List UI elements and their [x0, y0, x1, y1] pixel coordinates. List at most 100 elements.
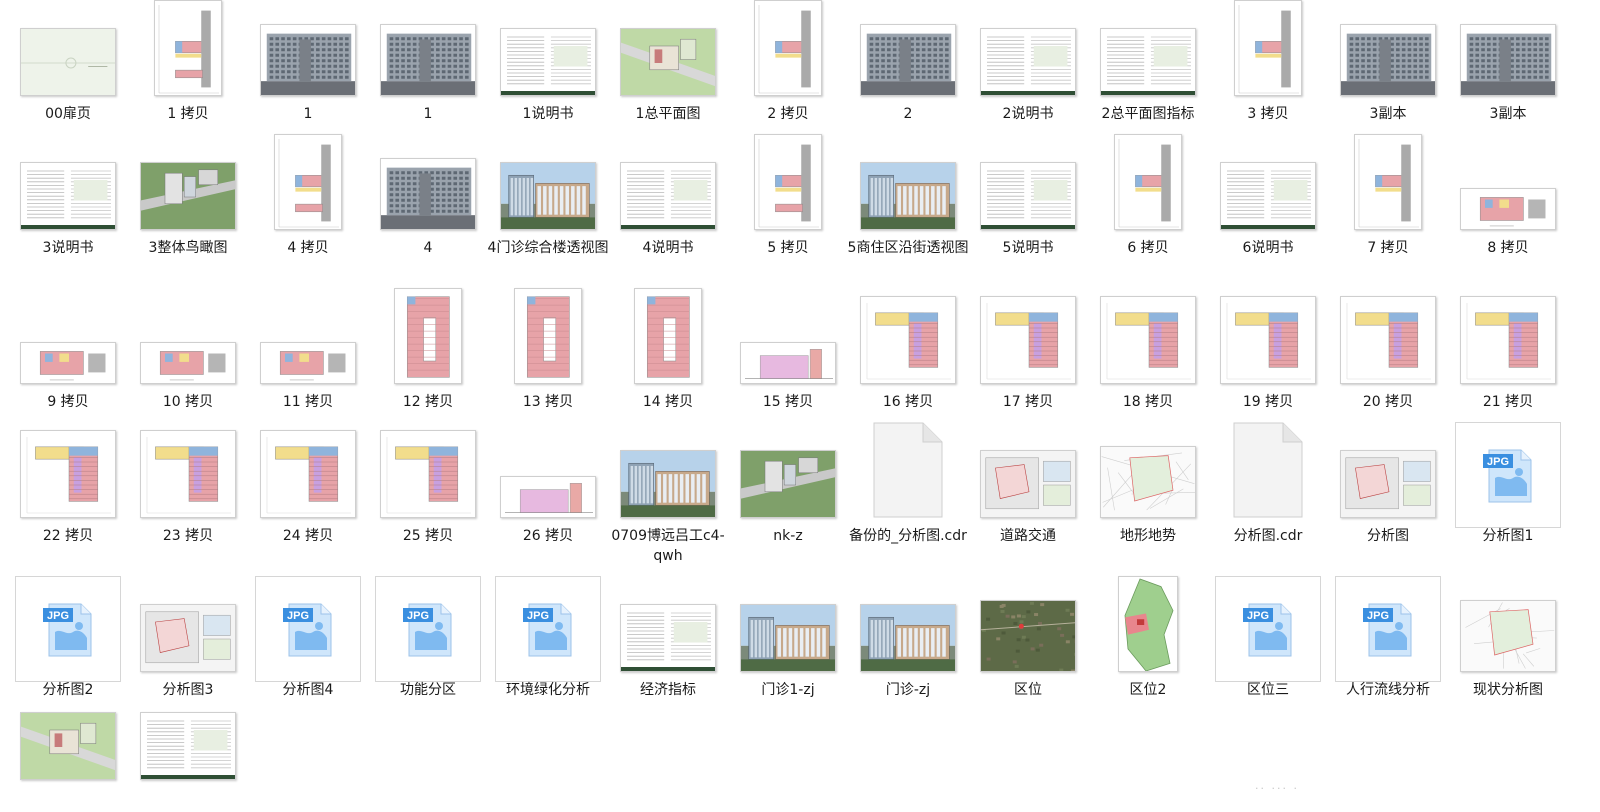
- file-name: 2总平面图指标: [1084, 104, 1212, 124]
- file-name: 13 拷贝: [484, 392, 612, 412]
- image-thumbnail: [260, 342, 356, 384]
- jpg-file-icon: JPG: [1361, 598, 1415, 660]
- image-thumbnail: [980, 450, 1076, 518]
- file-name: 14 拷贝: [604, 392, 732, 412]
- jpg-badge-text: JPG: [1367, 610, 1389, 622]
- file-name: 17 拷贝: [964, 392, 1092, 412]
- file-name: 分析图2: [4, 680, 132, 700]
- thumbnail-area: [1448, 134, 1568, 236]
- jpg-badge-text: JPG: [1487, 456, 1509, 468]
- thumbnail-area: [128, 710, 248, 812]
- image-thumbnail: [500, 162, 596, 230]
- file-name: 4 拷贝: [244, 238, 372, 258]
- thumbnail-area: [728, 0, 848, 102]
- image-thumbnail: [1460, 24, 1556, 96]
- thumbnail-area: [1328, 0, 1448, 102]
- file-name: 20 拷贝: [1324, 392, 1452, 412]
- jpg-badge-text: JPG: [47, 610, 69, 622]
- thumbnail-area: [848, 0, 968, 102]
- image-thumbnail: [860, 24, 956, 96]
- image-thumbnail: [740, 604, 836, 672]
- image-thumbnail: [1460, 296, 1556, 384]
- file-name: 3整体鸟瞰图: [124, 238, 252, 258]
- file-name: 21 拷贝: [1444, 392, 1572, 412]
- file-name: 10 拷贝: [124, 392, 252, 412]
- thumbnail-area: [488, 422, 608, 524]
- file-name: 26 拷贝: [484, 526, 612, 546]
- file-name: 15 拷贝: [724, 392, 852, 412]
- file-name: 1: [244, 104, 372, 124]
- jpg-thumbnail: JPG: [1455, 422, 1561, 528]
- watermark-text: ·· ··· ·: [1255, 782, 1299, 795]
- thumbnail-area: [728, 576, 848, 678]
- file-name: 分析图3: [124, 680, 252, 700]
- thumbnail-area: [1088, 134, 1208, 236]
- jpg-file-icon: JPG: [1481, 444, 1535, 506]
- thumbnail-area: [1448, 288, 1568, 390]
- thumbnail-area: [488, 288, 608, 390]
- thumbnail-area: [128, 288, 248, 390]
- thumbnail-area: [128, 422, 248, 524]
- image-thumbnail: [1100, 296, 1196, 384]
- thumbnail-area: [728, 288, 848, 390]
- file-name: 现状分析图: [1444, 680, 1572, 700]
- file-name: 区位: [964, 680, 1092, 700]
- thumbnail-area: [248, 288, 368, 390]
- file-name: 门诊1-zj: [724, 680, 852, 700]
- file-name: 区位2: [1084, 680, 1212, 700]
- thumbnail-area: [248, 0, 368, 102]
- image-thumbnail: [274, 134, 342, 230]
- thumbnail-area: [1208, 422, 1328, 524]
- file-name: 11 拷贝: [244, 392, 372, 412]
- file-name: 23 拷贝: [124, 526, 252, 546]
- image-thumbnail: [1114, 134, 1182, 230]
- thumbnail-area: [848, 422, 968, 524]
- jpg-badge-text: JPG: [1247, 610, 1269, 622]
- file-name: 1说明书: [484, 104, 612, 124]
- file-name: 分析图4: [244, 680, 372, 700]
- file-name: 3副本: [1444, 104, 1572, 124]
- image-thumbnail: [620, 450, 716, 518]
- jpg-thumbnail: JPG: [255, 576, 361, 682]
- thumbnail-area: [8, 288, 128, 390]
- thumbnail-area: [8, 0, 128, 102]
- file-name: 备份的_分析图.cdr: [844, 526, 972, 546]
- thumbnail-area: [8, 422, 128, 524]
- thumbnail-area: [248, 134, 368, 236]
- image-thumbnail: [514, 288, 582, 384]
- image-thumbnail: [754, 134, 822, 230]
- file-name: 16 拷贝: [844, 392, 972, 412]
- image-thumbnail: [154, 0, 222, 96]
- thumbnail-area: [248, 422, 368, 524]
- thumbnail-area: JPG: [8, 576, 128, 678]
- image-thumbnail: [140, 712, 236, 780]
- image-thumbnail: [500, 28, 596, 96]
- file-name: 分析图.cdr: [1204, 526, 1332, 546]
- thumbnail-area: [728, 422, 848, 524]
- image-thumbnail: [754, 0, 822, 96]
- image-thumbnail: [980, 28, 1076, 96]
- image-thumbnail: [980, 162, 1076, 230]
- image-thumbnail: [740, 450, 836, 518]
- jpg-badge-text: JPG: [407, 610, 429, 622]
- image-thumbnail: [1100, 28, 1196, 96]
- thumbnail-area: [1448, 0, 1568, 102]
- file-name: 道路交通: [964, 526, 1092, 546]
- thumbnail-area: [368, 0, 488, 102]
- image-thumbnail: [1354, 134, 1422, 230]
- file-name: 地形地势: [1084, 526, 1212, 546]
- file-name: 0709博远吕工c4-qwh: [604, 526, 732, 566]
- file-name: 8 拷贝: [1444, 238, 1572, 258]
- file-grid: 00扉页1 拷贝111说明书1总平面图2 拷贝22说明书2总平面图指标3 拷贝3…: [0, 0, 1600, 803]
- jpg-thumbnail: JPG: [495, 576, 601, 682]
- file-name: 4: [364, 238, 492, 258]
- thumbnail-area: JPG: [1328, 576, 1448, 678]
- image-thumbnail: [20, 712, 116, 780]
- thumbnail-area: [488, 134, 608, 236]
- thumbnail-area: [608, 422, 728, 524]
- file-name: 1: [364, 104, 492, 124]
- image-thumbnail: [860, 296, 956, 384]
- thumbnail-area: JPG: [1448, 422, 1568, 524]
- thumbnail-area: [128, 134, 248, 236]
- image-thumbnail: [500, 476, 596, 518]
